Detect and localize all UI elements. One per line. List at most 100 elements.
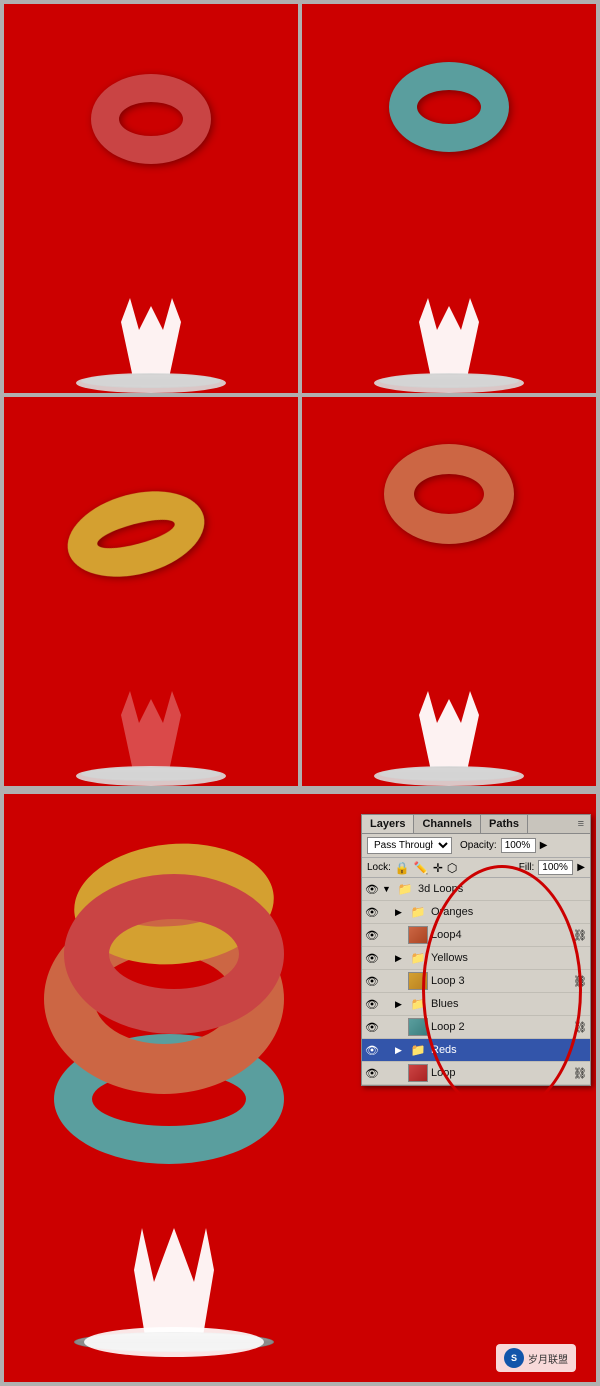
composite-donut-stack	[34, 824, 324, 1144]
donut-teal-container	[389, 62, 509, 152]
donut-red-container	[91, 74, 211, 164]
bs-milk-pool	[84, 1327, 264, 1357]
thumb-loop2	[408, 1018, 428, 1036]
donut-orange	[384, 444, 514, 544]
splash-teal	[369, 273, 529, 393]
tab-channels[interactable]: Channels	[414, 815, 481, 833]
expand-yellows[interactable]: ▶	[395, 953, 405, 964]
expand-3dloops[interactable]: ▼	[382, 884, 392, 894]
panel-menu-button[interactable]: ≡	[572, 815, 590, 833]
layer-row-blues[interactable]: 👁 ▶ 📁 Blues	[362, 993, 590, 1016]
grid-cell-yellow	[4, 397, 298, 786]
donut-yellow	[58, 477, 214, 591]
layer-row-reds[interactable]: 👁 ▶ 📁 Reds	[362, 1039, 590, 1062]
thumb-loop4	[408, 926, 428, 944]
layer-name-reds[interactable]: Reds	[431, 1044, 587, 1056]
top-grid	[0, 0, 600, 790]
thumb-loop3	[408, 972, 428, 990]
splash-orange	[369, 666, 529, 786]
splash-liquid-teal	[419, 298, 479, 378]
opacity-label: Opacity:	[460, 840, 497, 851]
layer-name-3dloops: 3d Loops	[418, 883, 587, 895]
bs-liquid	[134, 1222, 214, 1342]
lock-row: Lock: 🔒 ✏️ ✛ ⬡ Fill: ▶	[362, 858, 590, 878]
watermark-logo: S	[504, 1348, 524, 1368]
tab-paths[interactable]: Paths	[481, 815, 528, 833]
thumb-loop	[408, 1064, 428, 1082]
folder-reds-icon: 📁	[408, 1041, 428, 1059]
folder-blues-icon: 📁	[408, 995, 428, 1013]
fill-arrow[interactable]: ▶	[577, 862, 585, 873]
bottom-scene: Layers Channels Paths ≡ Pass Through Nor…	[0, 790, 600, 1386]
donut-teal	[389, 62, 509, 152]
chain-loop2: ⛓	[573, 1021, 587, 1034]
grid-cell-teal	[302, 4, 596, 393]
splash-liquid	[121, 298, 181, 378]
opacity-input[interactable]	[501, 838, 536, 853]
eye-loop2[interactable]: 👁	[365, 1020, 379, 1034]
expand-reds[interactable]: ▶	[395, 1045, 405, 1056]
chain-loop: ⛓	[573, 1067, 587, 1080]
splash-red	[71, 273, 231, 393]
folder-3dloops-icon: 📁	[395, 880, 415, 898]
eye-blues[interactable]: 👁	[365, 997, 379, 1011]
layer-name-yellows: Yellows	[431, 952, 587, 964]
opacity-arrow[interactable]: ▶	[540, 840, 548, 851]
layer-name-blues: Blues	[431, 998, 587, 1010]
splash-liquid-orange	[419, 691, 479, 771]
layer-row-loop4[interactable]: 👁 Loop4 ⛓	[362, 924, 590, 947]
move-icon[interactable]: ✛	[433, 861, 443, 875]
composite-donut-red	[64, 874, 284, 1034]
layer-row-yellows[interactable]: 👁 ▶ 📁 Yellows	[362, 947, 590, 970]
fill-label: Fill:	[519, 862, 535, 873]
splash-yellow	[71, 666, 231, 786]
chain-loop3: ⛓	[573, 975, 587, 988]
layer-row-oranges[interactable]: 👁 ▶ 📁 Oranges	[362, 901, 590, 924]
eye-loop4[interactable]: 👁	[365, 928, 379, 942]
layer-name-loop3: Loop 3	[431, 975, 570, 987]
bottom-splash	[64, 1202, 284, 1362]
chain-loop4: ⛓	[573, 929, 587, 942]
splash-base-teal	[374, 373, 524, 393]
blend-opacity-controls: Pass Through Normal Multiply Screen Opac…	[362, 834, 590, 858]
blend-mode-select[interactable]: Pass Through Normal Multiply Screen	[367, 837, 452, 854]
donut-orange-container	[384, 444, 514, 544]
eye-reds[interactable]: 👁	[365, 1043, 379, 1057]
folder-yellows-icon: 📁	[408, 949, 428, 967]
layer-row-3dloops[interactable]: 👁 ▼ 📁 3d Loops	[362, 878, 590, 901]
shield-icon[interactable]: ⬡	[447, 861, 457, 875]
watermark-text: 岁月联盟	[528, 1351, 568, 1366]
layer-name-oranges: Oranges	[431, 906, 587, 918]
splash-liquid-yellow	[121, 691, 181, 771]
layers-panel: Layers Channels Paths ≡ Pass Through Nor…	[361, 814, 591, 1086]
pencil-icon[interactable]: ✏️	[414, 861, 429, 875]
grid-cell-red	[4, 4, 298, 393]
eye-yellows[interactable]: 👁	[365, 951, 379, 965]
fill-input[interactable]	[538, 860, 573, 875]
lock-label: Lock:	[367, 862, 391, 873]
expand-blues[interactable]: ▶	[395, 999, 405, 1010]
donut-yellow-container	[66, 494, 206, 574]
layer-name-loop4: Loop4	[431, 929, 570, 941]
layer-row-loop2[interactable]: 👁 Loop 2 ⛓	[362, 1016, 590, 1039]
layers-list: 👁 ▼ 📁 3d Loops 👁 ▶ 📁 Oranges 👁	[362, 878, 590, 1085]
splash-base-yellow	[76, 766, 226, 786]
eye-loop[interactable]: 👁	[365, 1066, 379, 1080]
expand-oranges[interactable]: ▶	[395, 907, 405, 918]
eye-oranges[interactable]: 👁	[365, 905, 379, 919]
layer-name-loop2: Loop 2	[431, 1021, 570, 1033]
tab-layers[interactable]: Layers	[362, 815, 414, 833]
folder-oranges-icon: 📁	[408, 903, 428, 921]
lock-icon[interactable]: 🔒	[395, 861, 410, 875]
layer-name-loop: Loop	[431, 1067, 570, 1079]
layer-row-loop[interactable]: 👁 Loop ⛓	[362, 1062, 590, 1085]
eye-loop3[interactable]: 👁	[365, 974, 379, 988]
grid-cell-orange	[302, 397, 596, 786]
splash-base	[76, 373, 226, 393]
eye-3dloops[interactable]: 👁	[365, 882, 379, 896]
layers-tabs: Layers Channels Paths ≡	[362, 815, 590, 834]
scene-background: Layers Channels Paths ≡ Pass Through Nor…	[4, 794, 596, 1382]
donut-red	[91, 74, 211, 164]
watermark: S 岁月联盟	[496, 1344, 576, 1372]
layer-row-loop3[interactable]: 👁 Loop 3 ⛓	[362, 970, 590, 993]
